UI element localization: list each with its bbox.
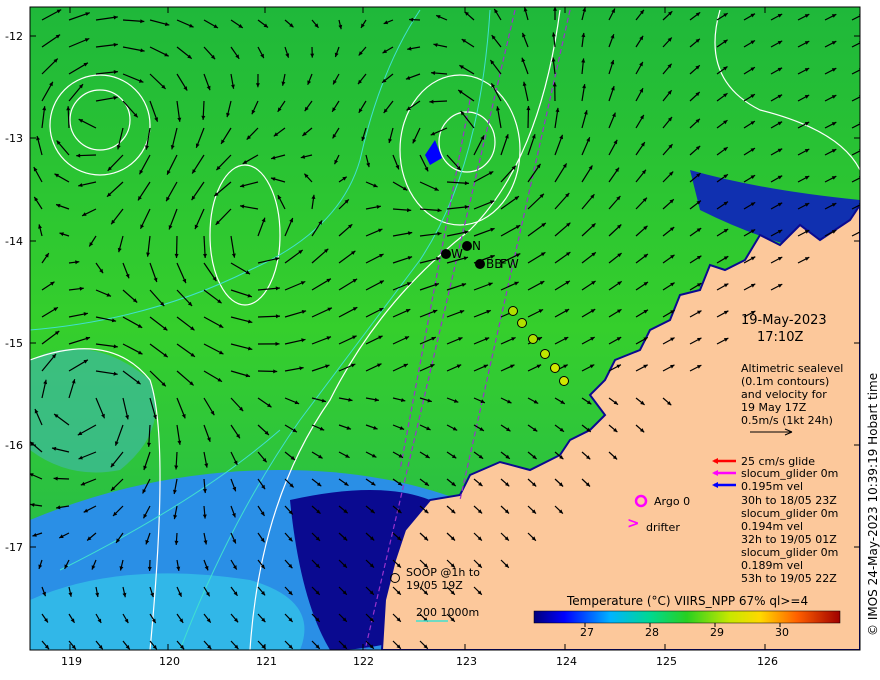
lon-tick-label: 125 <box>656 655 677 668</box>
timestamp-date: 19-May-2023 <box>741 313 827 328</box>
glider-legend-line: slocum_glider 0m <box>741 507 839 520</box>
altimetry-line: Altimetric sealevel <box>741 362 844 375</box>
lat-tick-label: -17 <box>5 541 23 554</box>
lon-tick-label: 120 <box>159 655 180 668</box>
lat-tick-label: -15 <box>5 337 23 350</box>
lon-tick-label: 122 <box>353 655 374 668</box>
lon-tick-label: 123 <box>456 655 477 668</box>
station-marker <box>462 241 472 251</box>
lon-tick-label: 124 <box>556 655 577 668</box>
drifter-label: drifter <box>646 521 680 534</box>
colorbar-tick-label: 28 <box>645 626 659 639</box>
station-label: FW <box>500 257 519 271</box>
glider-legend-line: 30h to 18/05 23Z <box>741 494 837 507</box>
glider-legend-line: 32h to 19/05 01Z <box>741 533 837 546</box>
lon-tick-label: 119 <box>61 655 82 668</box>
station-label: N <box>472 239 481 253</box>
lon-tick-label: 126 <box>757 655 778 668</box>
colorbar <box>533 610 841 624</box>
lat-tick-label: -12 <box>5 30 23 43</box>
altimetry-line: 19 May 17Z <box>741 401 807 414</box>
colorbar-tick-label: 30 <box>775 626 789 639</box>
altimetry-line: (0.1m contours) <box>741 375 830 388</box>
colorbar-tick-label: 29 <box>710 626 724 639</box>
lon-tick-label: 121 <box>256 655 277 668</box>
timestamp-time: 17:10Z <box>757 330 804 345</box>
glider-legend-line: 0.194m vel <box>741 520 804 533</box>
map-plot-area <box>30 7 860 650</box>
altimetry-line: 0.5m/s (1kt 24h) <box>741 414 833 427</box>
soop-label-line1: SOOP @1h to <box>406 566 480 579</box>
drifter-icon: > <box>627 514 640 532</box>
glider-legend-line: 0.195m vel <box>741 480 804 493</box>
station-marker <box>441 249 451 259</box>
glider-legend-line: slocum_glider 0m <box>741 546 839 559</box>
glider-legend-line: 0.189m vel <box>741 559 804 572</box>
colorbar-tick-label: 27 <box>580 626 594 639</box>
copyright-note: © IMOS 24-May-2023 10:39:19 Hobart time <box>866 372 880 636</box>
altimetry-line: and velocity for <box>741 388 827 401</box>
glider-legend-line: slocum_glider 0m <box>741 467 839 480</box>
station-label: W <box>451 247 463 261</box>
station-marker <box>475 259 485 269</box>
colorbar-title: Temperature (°C) VIIRS_NPP 67% ql>=4 <box>567 594 809 608</box>
argo-label: Argo 0 <box>654 495 691 508</box>
lat-tick-label: -13 <box>5 132 23 145</box>
lat-tick-label: -16 <box>5 439 23 452</box>
glider-legend-line: 53h to 19/05 22Z <box>741 572 837 585</box>
soop-label-line2: 19/05 19Z <box>406 579 463 592</box>
lat-tick-label: -14 <box>5 235 23 248</box>
bathymetry-label: 200 1000m <box>416 606 480 619</box>
